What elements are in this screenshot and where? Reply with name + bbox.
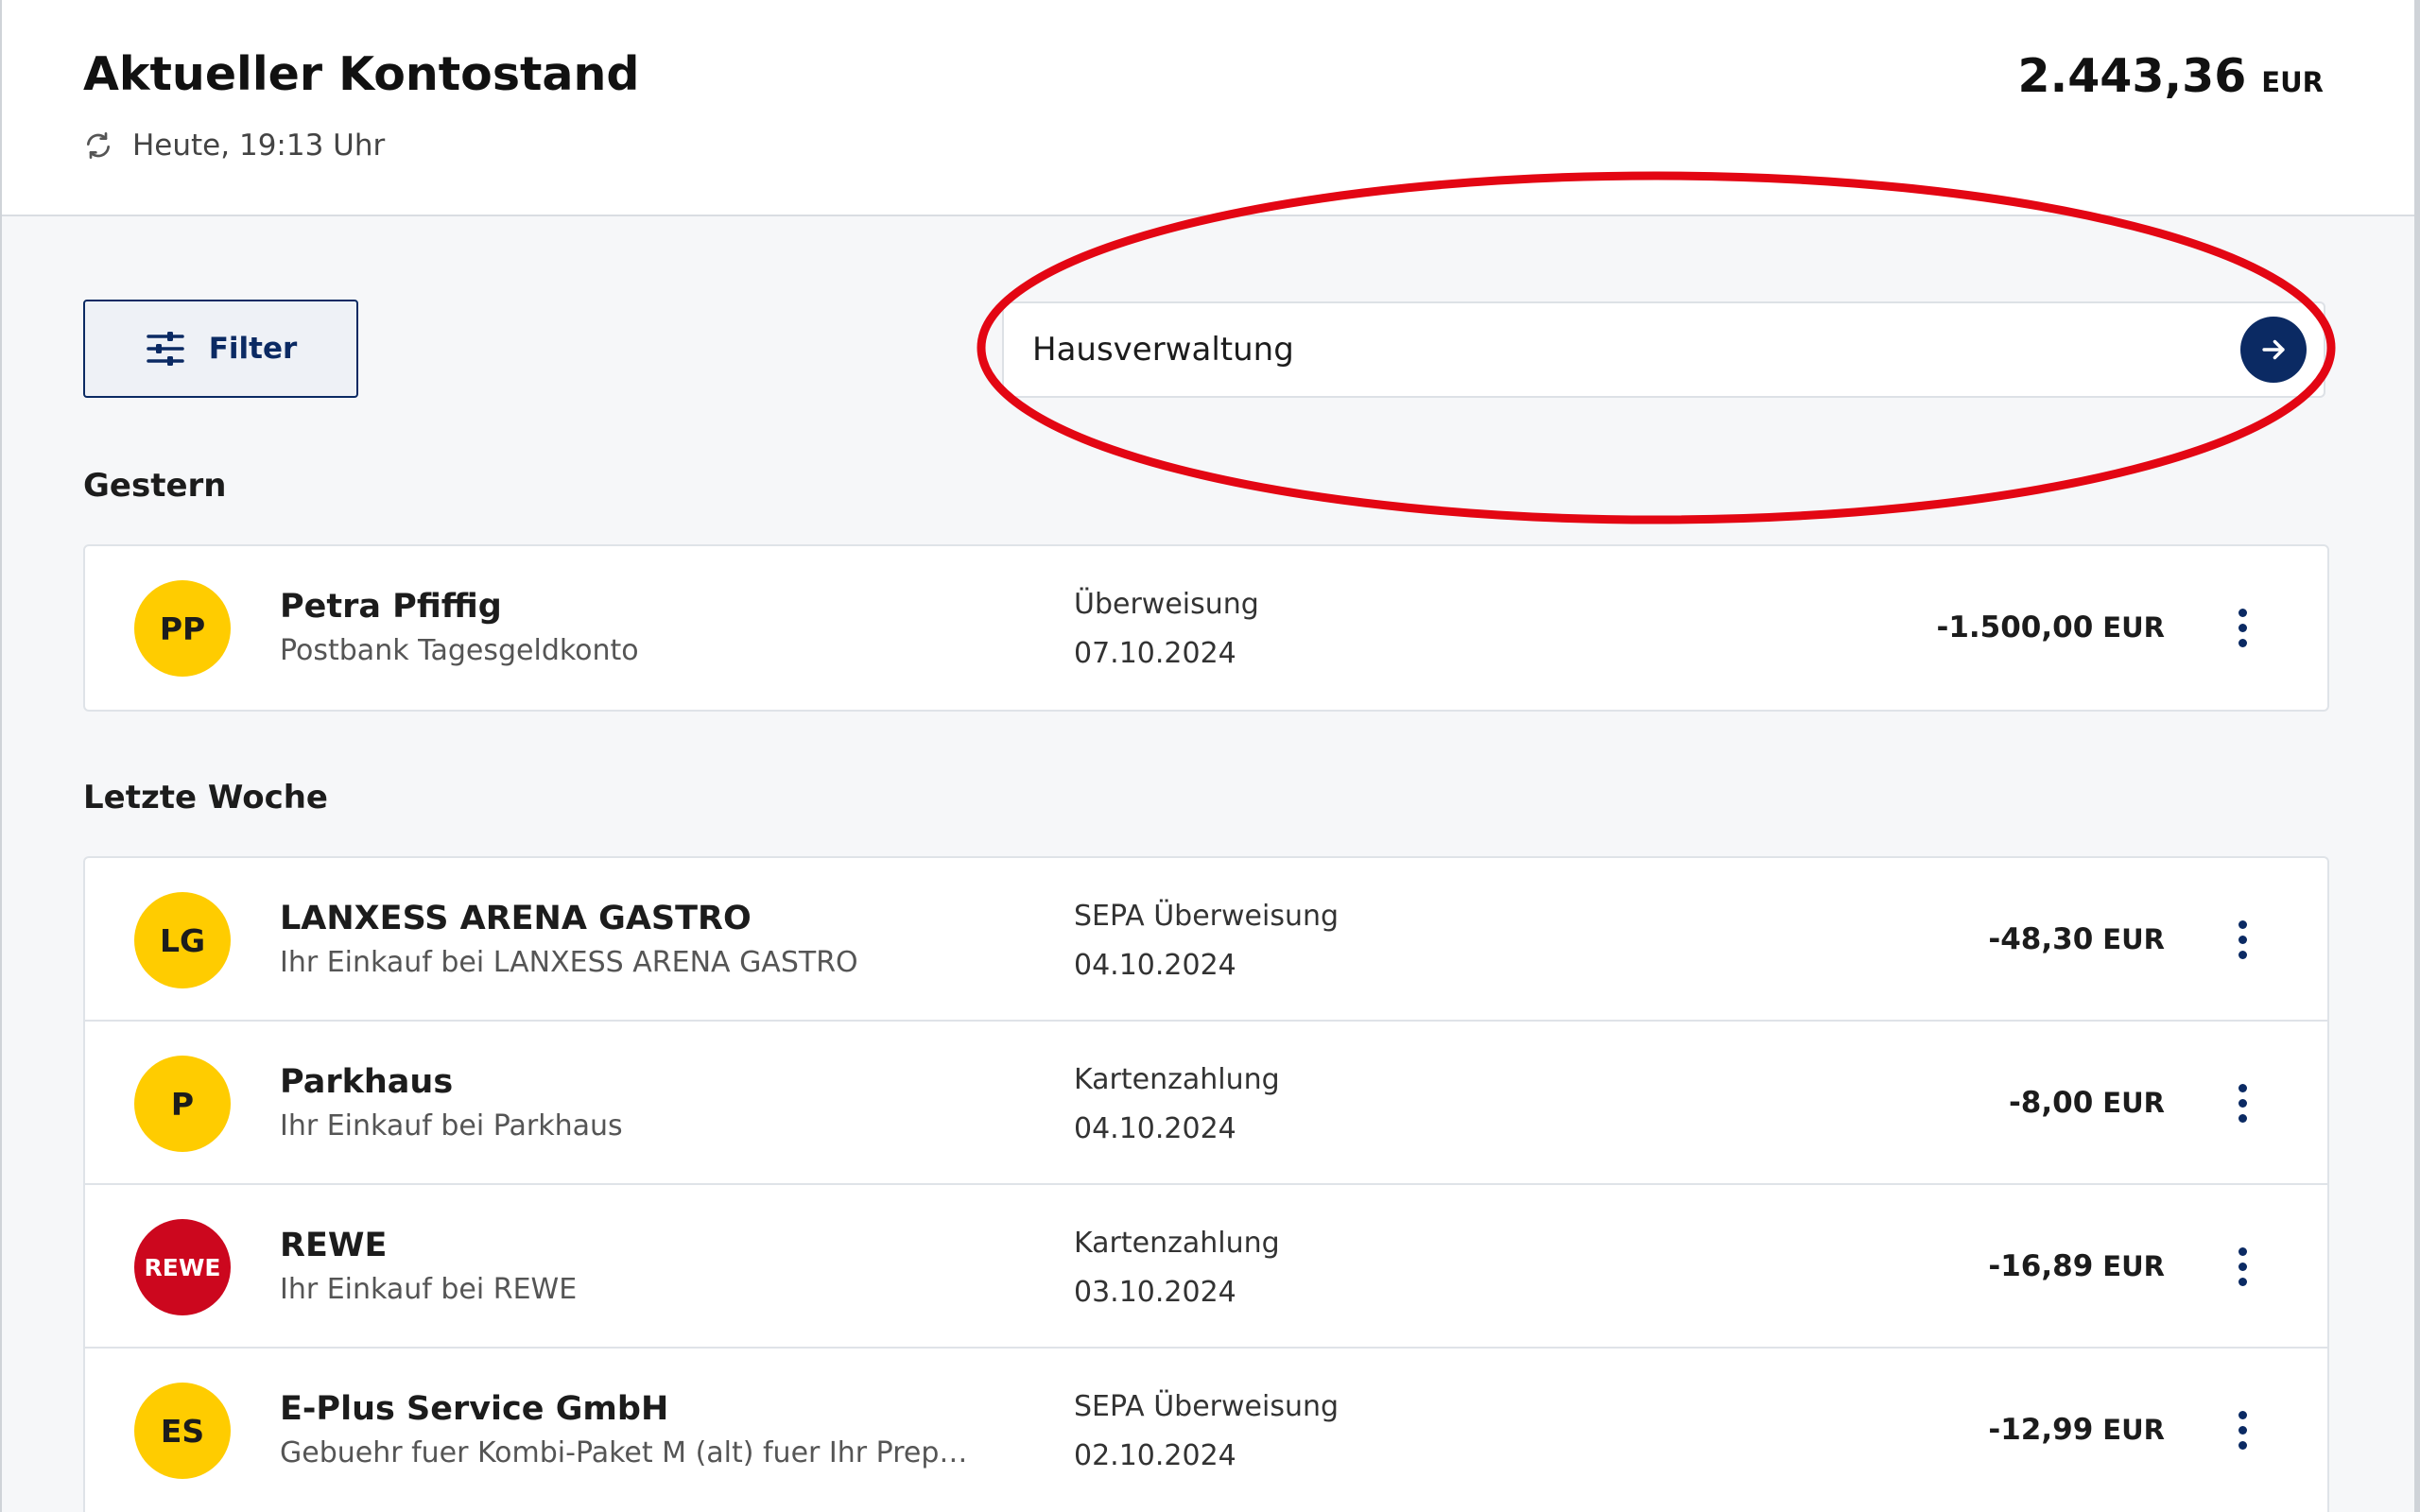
amount-currency: EUR: [2102, 611, 2165, 644]
filter-button[interactable]: Filter: [83, 300, 358, 398]
transaction-amount: -48,30 EUR: [1988, 922, 2165, 956]
more-options-icon[interactable]: [2223, 1074, 2261, 1131]
section-label-last-week: Letzte Woche: [83, 779, 328, 816]
amount-currency: EUR: [2102, 1087, 2165, 1119]
transaction-type: Kartenzahlung: [1074, 1063, 1280, 1096]
amount-value: -1.500,00: [1936, 610, 2094, 644]
transaction-name: Parkhaus: [280, 1063, 454, 1101]
transaction-type: Überweisung: [1074, 588, 1259, 621]
transaction-date: 02.10.2024: [1074, 1439, 1236, 1472]
transaction-type: SEPA Überweisung: [1074, 900, 1340, 933]
last-updated: Heute, 19:13 Uhr: [83, 129, 385, 163]
amount-value: -16,89: [1988, 1249, 2094, 1283]
transaction-name: Petra Pfiffig: [280, 588, 502, 626]
amount-value: -48,30: [1988, 922, 2094, 956]
section-label-yesterday: Gestern: [83, 467, 227, 505]
amount-value: -8,00: [2008, 1086, 2094, 1120]
page-title: Aktueller Kontostand: [83, 47, 640, 101]
transaction-type: Kartenzahlung: [1074, 1227, 1280, 1260]
more-options-icon[interactable]: [2223, 1401, 2261, 1458]
transaction-amount: -1.500,00 EUR: [1936, 610, 2165, 644]
transaction-date: 03.10.2024: [1074, 1276, 1236, 1309]
transaction-description: Ihr Einkauf bei LANXESS ARENA GASTRO: [280, 946, 858, 979]
more-options-icon[interactable]: [2223, 1238, 2261, 1295]
transaction-name: E-Plus Service GmbH: [280, 1390, 669, 1428]
transaction-amount: -12,99 EUR: [1988, 1413, 2165, 1447]
arrow-right-icon: [2262, 339, 2285, 360]
rewe-logo: REWE: [134, 1219, 231, 1315]
search-input[interactable]: [1004, 303, 2240, 396]
refresh-icon[interactable]: [83, 130, 113, 161]
transaction-row[interactable]: REWE REWE Ihr Einkauf bei REWE Kartenzah…: [85, 1185, 2327, 1349]
balance-currency: EUR: [2261, 66, 2324, 98]
search-box: [1002, 301, 2325, 398]
transaction-description: Gebuehr fuer Kombi-Paket M (alt) fuer Ih…: [280, 1436, 979, 1469]
avatar: LG: [134, 892, 231, 988]
transaction-description: Ihr Einkauf bei REWE: [280, 1273, 578, 1306]
avatar: PP: [134, 580, 231, 677]
avatar: P: [134, 1056, 231, 1152]
transaction-row[interactable]: ES E-Plus Service GmbH Gebuehr fuer Komb…: [85, 1349, 2327, 1512]
amount-currency: EUR: [2102, 923, 2165, 955]
transaction-amount: -8,00 EUR: [2009, 1086, 2165, 1120]
balance-header: Aktueller Kontostand Heute, 19:13 Uhr 2.…: [2, 0, 2414, 216]
transaction-date: 04.10.2024: [1074, 1112, 1236, 1145]
transaction-list-last-week: LG LANXESS ARENA GASTRO Ihr Einkauf bei …: [83, 856, 2329, 1512]
transaction-name: REWE: [280, 1227, 388, 1264]
transaction-description: Ihr Einkauf bei Parkhaus: [280, 1109, 623, 1143]
transaction-list-yesterday: PP Petra Pfiffig Postbank Tagesgeldkonto…: [83, 544, 2329, 712]
transaction-description: Postbank Tagesgeldkonto: [280, 634, 639, 667]
transaction-name: LANXESS ARENA GASTRO: [280, 900, 752, 937]
transaction-row[interactable]: P Parkhaus Ihr Einkauf bei Parkhaus Kart…: [85, 1022, 2327, 1185]
avatar: ES: [134, 1383, 231, 1479]
balance-amount: 2.443,36: [2017, 49, 2247, 103]
more-options-icon[interactable]: [2223, 911, 2261, 968]
search-submit-button[interactable]: [2240, 317, 2307, 383]
app-window: Aktueller Kontostand Heute, 19:13 Uhr 2.…: [0, 0, 2420, 1512]
last-updated-text: Heute, 19:13 Uhr: [132, 129, 386, 163]
transaction-type: SEPA Überweisung: [1074, 1390, 1340, 1423]
transaction-date: 04.10.2024: [1074, 949, 1236, 982]
transaction-date: 07.10.2024: [1074, 637, 1236, 670]
amount-currency: EUR: [2102, 1414, 2165, 1446]
more-options-icon[interactable]: [2223, 599, 2261, 656]
transaction-row[interactable]: PP Petra Pfiffig Postbank Tagesgeldkonto…: [85, 546, 2327, 710]
transaction-amount: -16,89 EUR: [1988, 1249, 2165, 1283]
transaction-row[interactable]: LG LANXESS ARENA GASTRO Ihr Einkauf bei …: [85, 858, 2327, 1022]
amount-currency: EUR: [2102, 1250, 2165, 1282]
account-balance: 2.443,36 EUR: [2018, 49, 2325, 103]
filter-label: Filter: [208, 332, 298, 366]
sliders-icon: [145, 328, 186, 369]
amount-value: -12,99: [1988, 1413, 2094, 1447]
